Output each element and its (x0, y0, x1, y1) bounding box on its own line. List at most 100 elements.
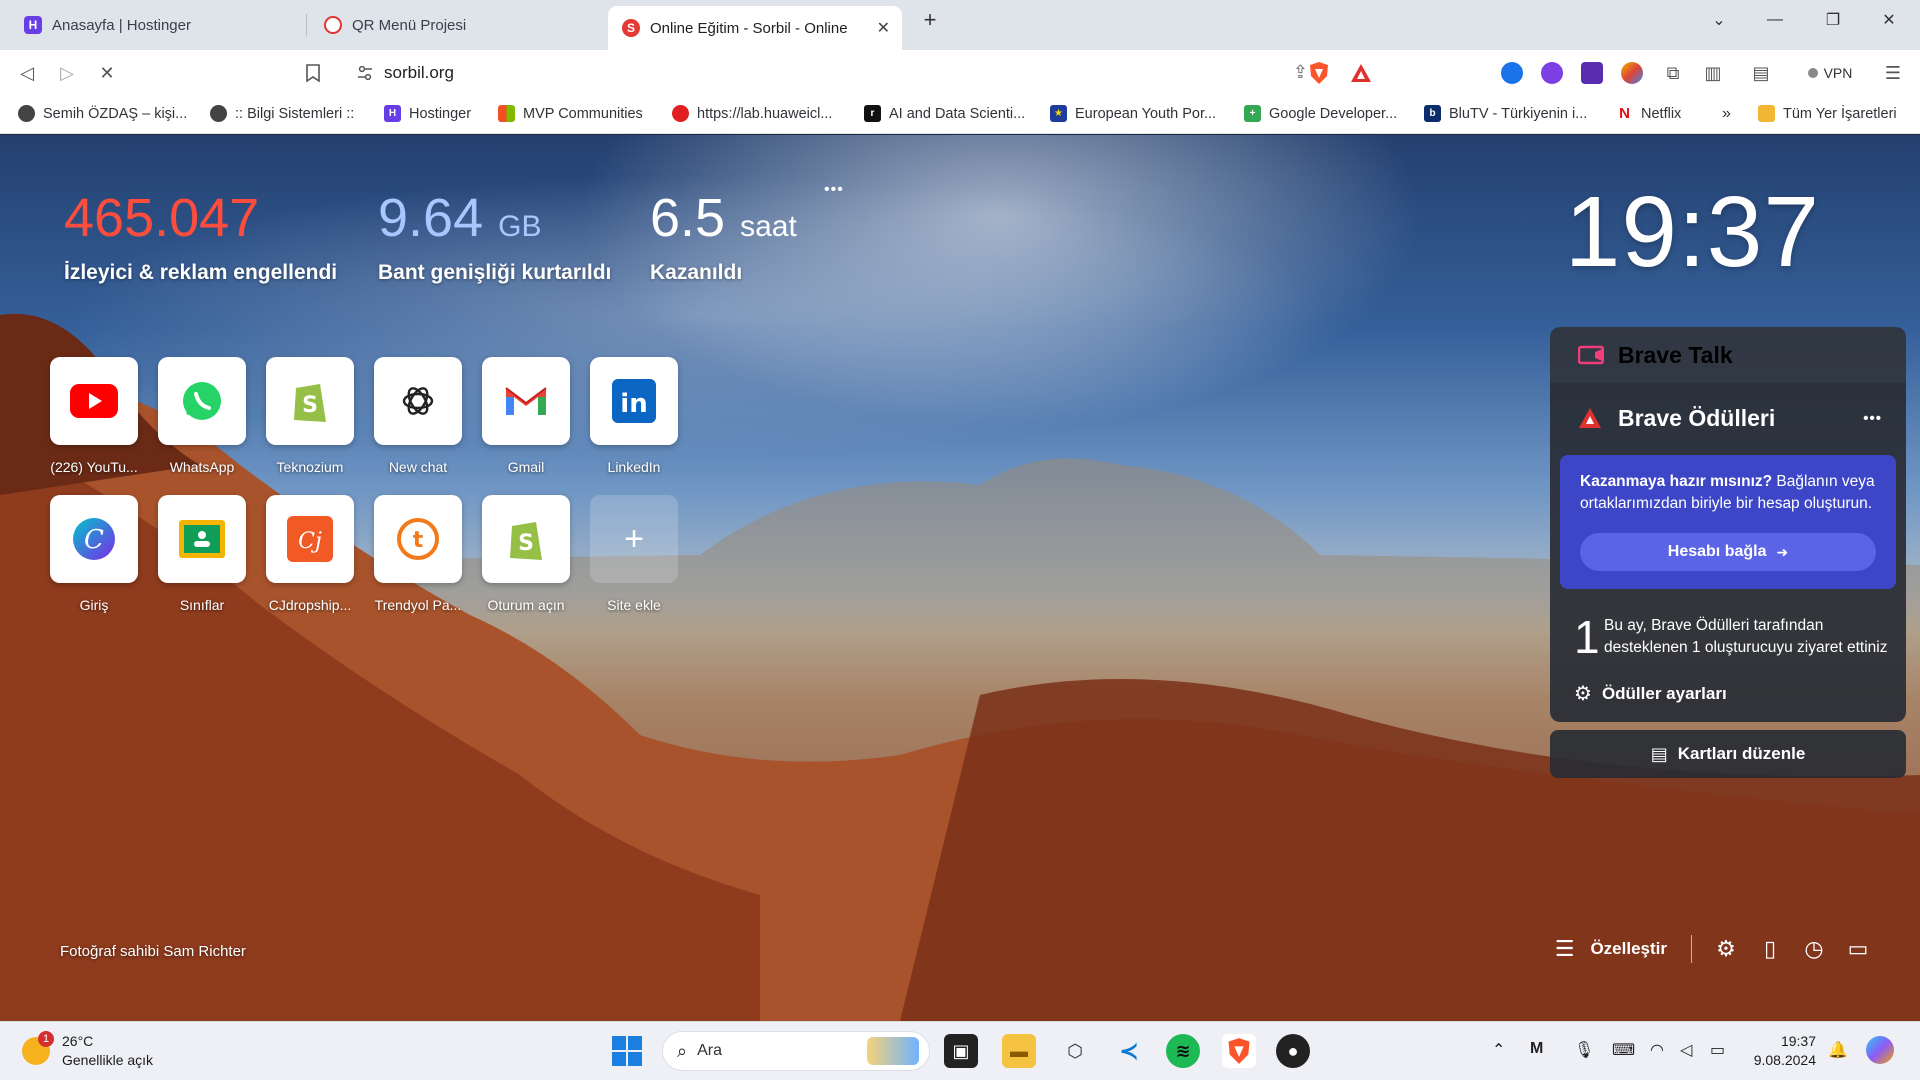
extension-icon[interactable] (1541, 62, 1563, 84)
keyboard-icon[interactable]: ⌨ (1612, 1040, 1635, 1060)
tray-overflow-chevron-icon[interactable]: ⌃ (1492, 1040, 1505, 1060)
divider (1691, 935, 1692, 963)
top-site-whatsapp[interactable]: WhatsApp (158, 357, 246, 475)
weather-text: 26°C Genellikle açık (62, 1032, 153, 1070)
top-site-shopify-login[interactable]: S Oturum açın (482, 495, 570, 613)
customize-button[interactable]: ☰ Özelleştir (1555, 936, 1667, 962)
bookmark-item[interactable]: https://lab.huaweicl... (672, 105, 832, 122)
bookmark-item[interactable]: + Google Developer... (1244, 105, 1397, 122)
top-site-gmail[interactable]: Gmail (482, 357, 570, 475)
vpn-button[interactable]: VPN (1800, 58, 1860, 88)
spotify-icon[interactable]: ≋ (1166, 1034, 1200, 1068)
tab-search-chevron-icon[interactable]: ⌄ (1696, 0, 1742, 40)
top-site-youtube[interactable]: (226) YouTu... (50, 357, 138, 475)
edit-cards-button[interactable]: ▤ Kartları düzenle (1550, 730, 1906, 778)
clock: 19:37 (1564, 176, 1820, 288)
edit-cards-label: Kartları düzenle (1677, 744, 1806, 763)
menu-hamburger-icon[interactable]: ☰ (1878, 58, 1908, 88)
bookmark-item[interactable]: N Netflix (1616, 105, 1681, 122)
taskbar-time: 19:37 (1780, 1033, 1816, 1049)
wifi-icon[interactable]: ◠ (1650, 1040, 1664, 1060)
search-icon: ⌕ (677, 1040, 688, 1061)
brave-rewards-icon[interactable] (1346, 58, 1376, 88)
bookmarks-overflow-button[interactable]: » (1722, 105, 1731, 123)
weather-widget[interactable]: 1 26°C Genellikle açık (22, 1031, 153, 1070)
bookmarks-icon[interactable]: ▯ (1748, 927, 1792, 971)
ai-data-icon: r (864, 105, 881, 122)
brave-shields-icon[interactable] (1304, 58, 1334, 88)
bookmark-item[interactable]: :: Bilgi Sistemleri :: (210, 105, 354, 122)
taskbar-clock[interactable]: 19:37 9.08.2024 (1740, 1032, 1816, 1070)
obs-icon[interactable]: ● (1276, 1034, 1310, 1068)
wallet-icon[interactable]: ▤ (1746, 58, 1776, 88)
extension-icon[interactable] (1621, 62, 1643, 84)
extensions-puzzle-icon[interactable]: ⧉ (1658, 58, 1688, 88)
sliders-icon: ☰ (1554, 936, 1575, 961)
task-view-icon[interactable]: ▣ (944, 1034, 978, 1068)
bookmark-label: Semih ÖZDAŞ – kişi... (43, 105, 188, 122)
top-site-new-chat[interactable]: New chat (374, 357, 462, 475)
top-site-classroom[interactable]: Sınıflar (158, 495, 246, 613)
tab-sorbil[interactable]: S Online Eğitim - Sorbil - Online ✕ (608, 6, 902, 50)
top-site-cjdropshipping[interactable]: Cj CJdropship... (266, 495, 354, 613)
history-icon[interactable]: ◷ (1792, 927, 1836, 971)
bookmark-label: BluTV - Türkiyenin i... (1449, 105, 1588, 122)
vscode-icon[interactable]: ≺ (1112, 1034, 1146, 1068)
file-explorer-icon[interactable]: ▬ (1002, 1034, 1036, 1068)
all-bookmarks-button[interactable]: Tüm Yer İşaretleri (1758, 105, 1897, 122)
photo-credit-author[interactable]: Sam Richter (163, 943, 246, 960)
settings-gear-icon[interactable]: ⚙ (1704, 927, 1748, 971)
taskbar-search[interactable]: ⌕ Ara (662, 1031, 930, 1071)
close-window-button[interactable]: ✕ (1866, 0, 1912, 40)
connect-account-button[interactable]: Hesabı bağla ➜ (1580, 533, 1876, 571)
sidebar-toggle-icon[interactable]: ▥ (1698, 58, 1728, 88)
svg-text:in: in (620, 389, 647, 419)
add-site-button[interactable]: + Site ekle (590, 495, 678, 613)
bookmark-item[interactable]: r AI and Data Scienti... (864, 105, 1025, 122)
battery-icon[interactable]: ▭ (1710, 1040, 1725, 1060)
back-icon[interactable]: ◁ (12, 58, 42, 88)
sorbil-icon: S (622, 19, 640, 37)
windows-start-icon[interactable] (612, 1036, 642, 1066)
top-site-linkedin[interactable]: in LinkedIn (590, 357, 678, 475)
bookmark-item[interactable]: MVP Communities (498, 105, 643, 122)
site-info-icon[interactable] (356, 64, 374, 87)
stop-loading-icon[interactable]: ✕ (92, 58, 122, 88)
extension-icon[interactable] (1501, 62, 1523, 84)
tab-hostinger[interactable]: H Anasayfa | Hostinger (10, 6, 306, 44)
canva-icon: C (50, 495, 138, 583)
brave-talk-icon[interactable]: ▭ (1836, 927, 1880, 971)
brave-taskbar-icon[interactable] (1222, 1034, 1256, 1068)
time-label: Kazanıldı (650, 261, 743, 284)
minimize-button[interactable]: — (1752, 0, 1798, 40)
stats-menu-button[interactable]: ••• (824, 181, 844, 199)
new-tab-button[interactable]: + (907, 0, 953, 40)
maximize-button[interactable]: ❐ (1810, 0, 1856, 40)
brave-talk-card[interactable]: Brave Talk (1550, 327, 1906, 383)
copilot-icon[interactable] (1866, 1036, 1894, 1064)
address-bar[interactable]: sorbil.org ⇪ (340, 56, 1308, 90)
rewards-settings-link[interactable]: ⚙ Ödüller ayarları (1560, 681, 1896, 706)
tab-title: Anasayfa | Hostinger (52, 16, 191, 34)
top-site-trendyol[interactable]: t Trendyol Pa... (374, 495, 462, 613)
bookmark-item[interactable]: ★ European Youth Por... (1050, 105, 1216, 122)
tray-app-icon[interactable]: M (1530, 1040, 1543, 1058)
rewards-menu-button[interactable]: ••• (1863, 410, 1882, 427)
microphone-icon[interactable]: 🎙 (1574, 1040, 1594, 1060)
top-site-canva[interactable]: C Giriş (50, 495, 138, 613)
close-tab-icon[interactable]: ✕ (877, 18, 890, 38)
extension-icon[interactable] (1581, 62, 1603, 84)
cube-app-icon[interactable]: ⬡ (1058, 1034, 1092, 1068)
bookmark-item[interactable]: H Hostinger (384, 105, 471, 122)
eu-flag-icon: ★ (1050, 105, 1067, 122)
tab-qr-menu[interactable]: QR Menü Projesi (310, 6, 606, 44)
forward-icon[interactable]: ▷ (52, 58, 82, 88)
notifications-bell-icon[interactable]: 🔔 (1828, 1040, 1848, 1060)
volume-icon[interactable]: ◁ (1680, 1040, 1692, 1060)
bookmark-icon[interactable] (298, 58, 328, 88)
bookmark-item[interactable]: b BluTV - Türkiyenin i... (1424, 105, 1587, 122)
top-site-teknozium[interactable]: S Teknozium (266, 357, 354, 475)
bandwidth-unit: GB (498, 210, 542, 243)
bookmark-item[interactable]: Semih ÖZDAŞ – kişi... (18, 105, 187, 122)
top-site-label: Oturum açın (487, 597, 565, 613)
